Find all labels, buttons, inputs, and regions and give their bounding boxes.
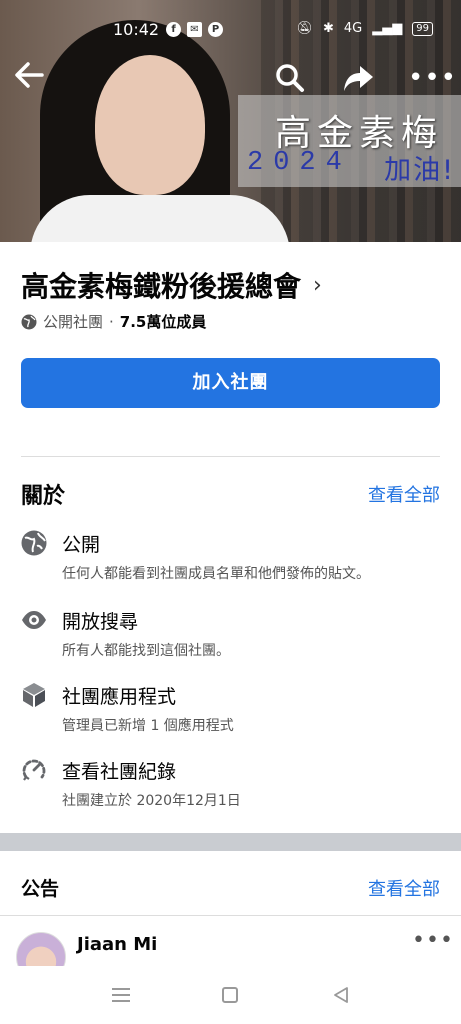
- system-navigation-bar: [0, 966, 461, 1024]
- more-icon: •••: [408, 63, 458, 93]
- back-triangle-icon[interactable]: [332, 986, 350, 1004]
- about-item-subtitle: 管理員已新增 1 個應用程式: [62, 718, 234, 734]
- home-button[interactable]: [222, 987, 238, 1003]
- status-time: 10:42: [113, 20, 160, 39]
- cube-icon: [23, 683, 45, 707]
- facebook-notification-icon: f: [166, 22, 181, 37]
- meta-separator: ·: [109, 312, 114, 331]
- post-author-name[interactable]: Jiaan Mi: [77, 934, 157, 955]
- system-icons: 🔕︎ ✱ 4G ▂▄▆ 99: [296, 21, 433, 36]
- menu-line: [112, 994, 130, 996]
- about-header: 關於 查看全部: [21, 478, 440, 510]
- about-heading: 關於: [21, 484, 66, 509]
- group-members: 7.5萬位成員: [119, 313, 207, 331]
- eye-icon: [22, 611, 46, 629]
- cover-banner-cheer: 加油!: [384, 155, 455, 186]
- announcements-header: 公告 查看全部: [21, 874, 440, 901]
- history-icon: [22, 759, 46, 781]
- mail-notification-icon: ✉: [187, 22, 202, 37]
- menu-line: [112, 988, 130, 990]
- post-divider: [0, 915, 461, 916]
- share-icon: [344, 66, 373, 91]
- group-privacy: 公開社團: [43, 313, 104, 331]
- bluetooth-icon: ✱: [323, 21, 334, 36]
- section-divider: [21, 456, 440, 457]
- announcements-see-all-link[interactable]: 查看全部: [368, 875, 440, 901]
- globe-icon: [21, 314, 37, 329]
- search-icon: [276, 64, 304, 92]
- arrow-left-icon: [15, 62, 44, 88]
- notification-icons: f ✉ P: [166, 22, 223, 37]
- section-separator: [0, 833, 461, 851]
- about-item-subtitle: 所有人都能找到這個社團。: [62, 643, 230, 659]
- network-label: 4G: [343, 21, 363, 36]
- group-name[interactable]: 高金素梅鐵粉後援總會 ›: [21, 265, 322, 305]
- menu-line: [112, 1000, 130, 1002]
- globe-icon: [21, 530, 47, 556]
- post-more-button[interactable]: •••: [412, 928, 454, 953]
- cover-person-face: [95, 55, 205, 195]
- announcements-heading: 公告: [21, 878, 60, 900]
- about-item-title: 查看社團紀錄: [62, 761, 177, 783]
- about-item-title: 開放搜尋: [62, 611, 139, 633]
- search-button[interactable]: [272, 60, 308, 96]
- about-see-all-link[interactable]: 查看全部: [368, 481, 440, 507]
- back-button[interactable]: [12, 58, 52, 98]
- group-meta: 公開社團 · 7.5萬位成員: [21, 311, 206, 332]
- join-group-button[interactable]: 加入社團: [21, 358, 440, 408]
- group-name-text: 高金素梅鐵粉後援總會: [21, 270, 302, 303]
- app-notification-icon: P: [208, 22, 223, 37]
- signal-icon: ▂▄▆: [372, 21, 403, 36]
- mute-icon: 🔕︎: [296, 21, 313, 36]
- about-item-subtitle: 社團建立於 2020年12月1日: [62, 793, 241, 809]
- about-item-title: 社團應用程式: [62, 686, 177, 708]
- about-item-subtitle: 任何人都能看到社團成員名單和他們發佈的貼文。: [62, 566, 370, 582]
- status-bar: 10:42 f ✉ P 🔕︎ ✱ 4G ▂▄▆ 99: [0, 0, 461, 40]
- cover-banner-year: 2024: [247, 148, 352, 178]
- recent-apps-button[interactable]: [112, 988, 130, 1002]
- more-button[interactable]: •••: [408, 60, 456, 96]
- about-item-title: 公開: [62, 534, 101, 556]
- share-button[interactable]: [340, 60, 376, 96]
- battery-icon: 99: [412, 21, 433, 36]
- cover-person-shirt: [30, 195, 290, 242]
- chevron-right-icon: ›: [313, 272, 322, 298]
